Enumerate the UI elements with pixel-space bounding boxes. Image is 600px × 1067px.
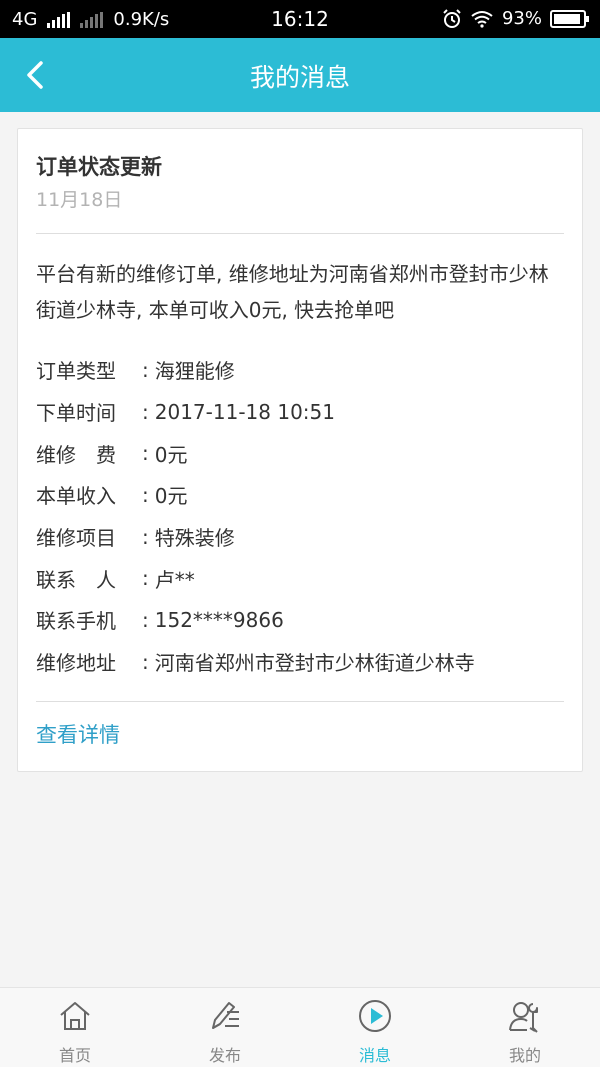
field-colon: : <box>142 482 149 507</box>
field-row: 维修地址: 河南省郑州市登封市少林街道少林寺 <box>36 641 566 683</box>
tab-label: 首页 <box>58 1046 91 1065</box>
order-fields: 订单类型: 海狸能修 下单时间:2017-11-18 10:51 维修 费:0元 本单收… <box>36 349 566 683</box>
wifi-icon <box>471 10 493 28</box>
field-row: 下单时间:2017-11-18 10:51 <box>36 391 566 433</box>
divider <box>36 233 564 234</box>
field-label: 本单收入 <box>36 484 116 509</box>
field-label: 维修 费 <box>36 442 116 467</box>
tab-bar: 首页 发布 消息 我的 <box>0 987 600 1067</box>
tab-mine[interactable]: 我的 <box>450 988 600 1067</box>
message-date: 11月18日 <box>36 189 123 211</box>
alarm-icon <box>443 8 461 28</box>
field-label: 维修地址 <box>36 651 116 676</box>
tab-home[interactable]: 首页 <box>0 988 150 1067</box>
message-card: 订单状态更新 11月18日 平台有新的维修订单, 维修地址为河南省郑州市登封市少… <box>17 128 583 772</box>
status-bar: 4G 0.9K/s 16:12 93% <box>0 0 600 38</box>
field-value: 卢** <box>154 567 195 592</box>
battery-fill <box>554 13 581 24</box>
field-label: 维修项目 <box>36 526 116 551</box>
field-value: 0元 <box>154 484 188 509</box>
field-row: 联系 人: 卢** <box>36 557 566 599</box>
field-value: 海狸能修 <box>154 359 235 384</box>
field-row: 联系手机:152****9866 <box>36 599 566 641</box>
battery-icon <box>550 9 589 28</box>
home-icon <box>60 1002 90 1030</box>
status-right: 93% <box>442 8 589 29</box>
field-value: 河南省郑州市登封市少林街道少林寺 <box>154 651 475 676</box>
message-play-icon <box>359 1000 391 1032</box>
field-colon: : <box>142 357 149 382</box>
view-details-link[interactable]: 查看详情 <box>36 719 120 749</box>
field-colon: : <box>142 524 149 549</box>
tab-label: 消息 <box>358 1046 391 1065</box>
field-row: 本单收入:0元 <box>36 474 566 516</box>
field-label: 联系 人 <box>36 567 116 592</box>
field-colon: : <box>142 649 149 674</box>
field-value: 2017-11-18 10:51 <box>154 399 335 424</box>
field-colon: : <box>142 566 149 591</box>
field-row: 订单类型: 海狸能修 <box>36 349 566 391</box>
page-title: 我的消息 <box>249 63 350 92</box>
field-colon: : <box>142 441 149 466</box>
field-colon: : <box>142 607 149 632</box>
field-value: 0元 <box>154 442 188 467</box>
field-label: 订单类型 <box>36 359 116 384</box>
field-value: 特殊装修 <box>154 526 235 551</box>
tab-label: 发布 <box>208 1046 241 1065</box>
divider <box>36 701 564 702</box>
tab-publish[interactable]: 发布 <box>150 988 300 1067</box>
field-label: 联系手机 <box>36 609 116 634</box>
field-value: 152****9866 <box>154 607 284 632</box>
tab-label: 我的 <box>508 1046 541 1065</box>
field-label: 下单时间 <box>36 401 116 426</box>
user-wrench-icon <box>509 1002 538 1033</box>
field-row: 维修 费:0元 <box>36 432 566 474</box>
field-colon: : <box>142 399 149 424</box>
pen-icon <box>212 1002 239 1029</box>
message-body: 平台有新的维修订单, 维修地址为河南省郑州市登封市少林街道少林寺, 本单可收入0… <box>36 262 549 322</box>
nav-bar: 我的消息 <box>0 38 600 112</box>
tab-messages[interactable]: 消息 <box>300 988 450 1067</box>
field-row: 维修项目: 特殊装修 <box>36 516 566 558</box>
message-title: 订单状态更新 <box>36 155 162 179</box>
battery-percent: 93% <box>501 8 542 29</box>
